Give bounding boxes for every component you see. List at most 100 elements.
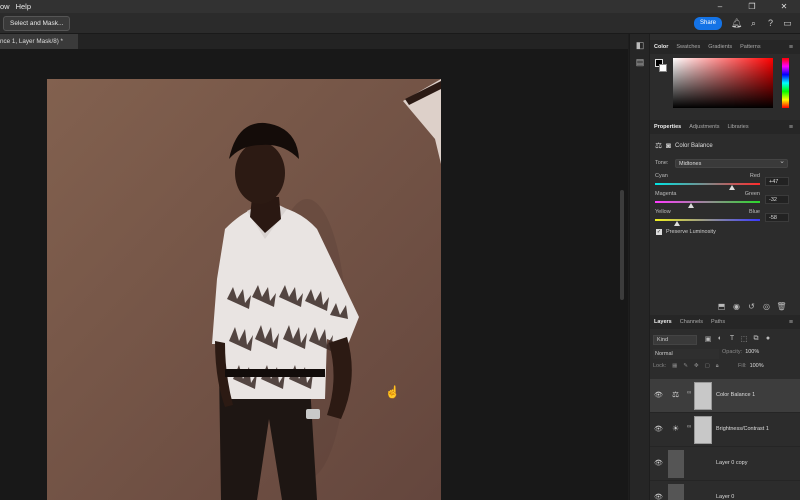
photo-canvas[interactable] bbox=[47, 79, 441, 500]
bell-icon[interactable]: 🔔︎ bbox=[728, 16, 745, 31]
slider-labels: Yellow Blue bbox=[655, 209, 760, 217]
layer-name[interactable]: Brightness/Contrast 1 bbox=[716, 426, 769, 432]
layer-row[interactable]: 👁︎ Layer 0 copy bbox=[650, 447, 800, 481]
slider-thumb[interactable] bbox=[674, 221, 681, 226]
eye-icon[interactable]: 👁︎ bbox=[654, 425, 663, 433]
fill-control[interactable]: Fill: 100% bbox=[738, 363, 764, 369]
properties-footer-icons: ⬒ ◉ ↺ ◎ 🗑︎ bbox=[714, 302, 789, 311]
eye-icon[interactable]: 👁︎ bbox=[654, 391, 663, 399]
tab-adjustments[interactable]: Adjustments bbox=[685, 124, 723, 130]
restore-button[interactable]: ❐ bbox=[736, 0, 768, 13]
layer-mask-thumbnail[interactable] bbox=[694, 382, 712, 410]
tab-paths[interactable]: Paths bbox=[707, 319, 729, 325]
slider-track[interactable] bbox=[655, 183, 760, 185]
select-and-mask-button[interactable]: Select and Mask... bbox=[3, 16, 71, 31]
lock-move-icon[interactable]: ✥ bbox=[694, 363, 699, 370]
mask-icon[interactable]: ◙ bbox=[666, 141, 671, 150]
close-button[interactable]: ✕ bbox=[768, 0, 800, 13]
document-tab[interactable]: nce 1, Layer Mask/8) * bbox=[0, 34, 78, 49]
tab-channels[interactable]: Channels bbox=[676, 319, 707, 325]
opacity-control[interactable]: Opacity: 100% bbox=[722, 349, 759, 355]
pixel-filter-icon[interactable]: ▣ bbox=[702, 335, 714, 343]
document-tab-row: nce 1, Layer Mask/8) * bbox=[0, 34, 628, 49]
panel-icon-column: ◧ ▤ bbox=[629, 34, 649, 500]
clip-to-layer-icon[interactable]: ⬒ bbox=[714, 302, 729, 311]
tab-libraries[interactable]: Libraries bbox=[723, 124, 752, 130]
smart-filter-icon[interactable]: ⧉ bbox=[750, 335, 762, 343]
slider-right-label: Green bbox=[744, 191, 760, 197]
options-bar: Select and Mask... Share 🔔︎ ⌕ ? ▭ ⚙ bbox=[0, 13, 800, 34]
panel-menu-icon[interactable]: ≡ bbox=[785, 319, 797, 326]
canvas-scrollbar[interactable] bbox=[620, 190, 624, 300]
opacity-value[interactable]: 100% bbox=[745, 349, 759, 355]
tone-row: Tone: Midtones bbox=[655, 158, 788, 168]
eye-icon[interactable]: 👁︎ bbox=[654, 493, 663, 500]
slider-right-label: Red bbox=[749, 173, 760, 179]
slider-thumb[interactable] bbox=[687, 203, 694, 208]
workspace-icon[interactable]: ▭ bbox=[779, 16, 796, 31]
lock-pixels-icon[interactable]: ▦ bbox=[672, 363, 677, 370]
menu-help[interactable]: Help bbox=[13, 2, 34, 11]
layer-row[interactable]: 👁︎ ☀ ∞ Brightness/Contrast 1 bbox=[650, 413, 800, 447]
background-color-swatch[interactable] bbox=[659, 64, 667, 72]
trash-icon[interactable]: 🗑︎ bbox=[774, 302, 789, 311]
minimize-button[interactable]: – bbox=[704, 0, 736, 13]
hue-slider[interactable] bbox=[782, 58, 789, 108]
properties-title: Color Balance bbox=[675, 142, 713, 149]
layer-name[interactable]: Color Balance 1 bbox=[716, 392, 755, 398]
tab-patterns[interactable]: Patterns bbox=[736, 44, 764, 50]
lock-paint-icon[interactable]: ✎ bbox=[683, 363, 688, 370]
slider-track[interactable] bbox=[655, 219, 760, 221]
search-icon[interactable]: ⌕ bbox=[745, 16, 762, 31]
slider-thumb[interactable] bbox=[728, 185, 735, 190]
properties-panel-tabs: Properties Adjustments Libraries ≡ bbox=[650, 120, 800, 134]
tone-select[interactable]: Midtones bbox=[675, 158, 788, 168]
slider-track[interactable] bbox=[655, 201, 760, 203]
help-icon[interactable]: ? bbox=[762, 16, 779, 31]
eye-icon[interactable]: 👁︎ bbox=[654, 459, 663, 467]
lock-all-icon[interactable]: 🔒︎ bbox=[716, 363, 719, 370]
reset-icon[interactable]: ↺ bbox=[744, 302, 759, 311]
layer-name[interactable]: Layer 0 copy bbox=[716, 460, 748, 466]
layer-name[interactable]: Layer 0 bbox=[716, 494, 734, 500]
checkbox-checked-icon[interactable]: ✓ bbox=[656, 229, 662, 235]
tab-swatches[interactable]: Swatches bbox=[672, 44, 704, 50]
visibility-icon[interactable]: ◎ bbox=[759, 302, 774, 311]
color-panel-icon[interactable]: ◧ bbox=[630, 40, 650, 51]
slider-labels: Cyan Red bbox=[655, 173, 760, 181]
tab-color[interactable]: Color bbox=[650, 44, 672, 50]
blend-mode-select[interactable]: Normal bbox=[653, 349, 719, 359]
layer-row[interactable]: 👁︎ ⚖ ∞ Color Balance 1 bbox=[650, 379, 800, 413]
layer-thumbnail[interactable] bbox=[668, 450, 684, 478]
shape-filter-icon[interactable]: ⬚ bbox=[738, 335, 750, 343]
layer-filter-icons: ▣ ◐ T ⬚ ⧉ ● bbox=[702, 335, 774, 343]
type-filter-icon[interactable]: T bbox=[726, 335, 738, 343]
fill-value[interactable]: 100% bbox=[750, 363, 764, 369]
slider-value-input[interactable]: -58 bbox=[765, 213, 789, 222]
layer-thumbnail[interactable] bbox=[668, 484, 684, 500]
panel-menu-icon[interactable]: ≡ bbox=[785, 44, 797, 51]
panel-menu-icon[interactable]: ≡ bbox=[785, 124, 797, 131]
tab-properties[interactable]: Properties bbox=[650, 124, 685, 130]
kind-filter[interactable]: Kind bbox=[653, 335, 697, 345]
settings-icon[interactable]: ⚙ bbox=[796, 16, 800, 31]
tab-layers[interactable]: Layers bbox=[650, 319, 676, 325]
layer-mask-thumbnail[interactable] bbox=[694, 416, 712, 444]
link-icon[interactable]: ∞ bbox=[687, 424, 691, 430]
tab-gradients[interactable]: Gradients bbox=[704, 44, 736, 50]
comments-icon[interactable]: ▤ bbox=[630, 57, 650, 68]
color-panel-tabs: Color Swatches Gradients Patterns ≡ bbox=[650, 40, 800, 54]
slider-value-input[interactable]: -32 bbox=[765, 195, 789, 204]
view-previous-icon[interactable]: ◉ bbox=[729, 302, 744, 311]
slider-labels: Magenta Green bbox=[655, 191, 760, 199]
slider-value-input[interactable]: +47 bbox=[765, 177, 789, 186]
share-button[interactable]: Share bbox=[694, 17, 722, 30]
adjustment-filter-icon[interactable]: ◐ bbox=[714, 335, 726, 343]
layer-row[interactable]: 👁︎ Layer 0 bbox=[650, 481, 800, 500]
color-picker-field[interactable] bbox=[673, 58, 773, 108]
menu-window[interactable]: ow bbox=[0, 2, 13, 11]
link-icon[interactable]: ∞ bbox=[687, 390, 691, 396]
lock-artboard-icon[interactable]: ▢ bbox=[705, 363, 710, 370]
filter-toggle-icon[interactable]: ● bbox=[762, 335, 774, 343]
preserve-luminosity[interactable]: ✓ Preserve Luminosity bbox=[656, 229, 716, 235]
